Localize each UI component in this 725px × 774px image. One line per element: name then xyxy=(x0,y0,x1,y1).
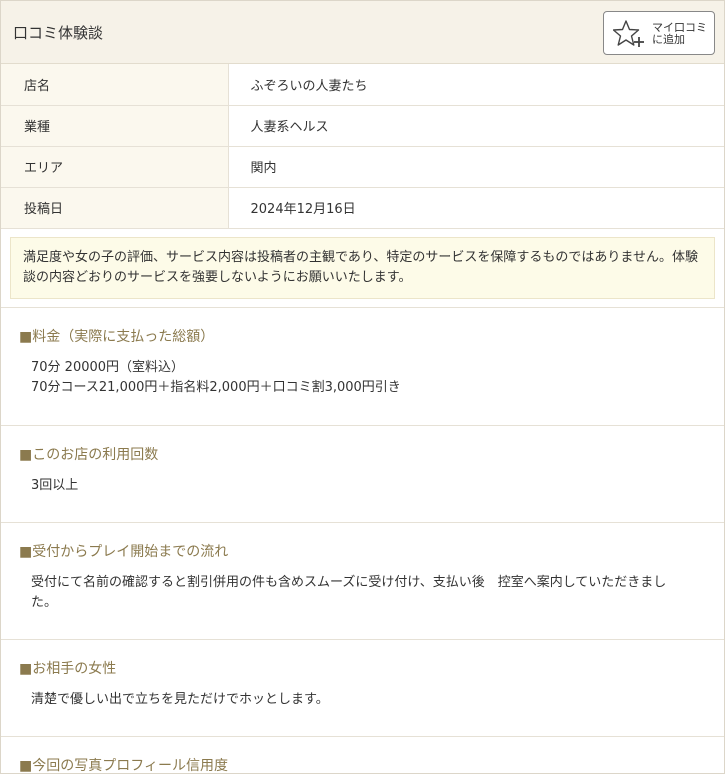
post-date-value: 2024年12月16日 xyxy=(228,187,724,229)
page-title: 口コミ体験談 xyxy=(13,24,104,42)
table-row: 業種 人妻系ヘルス xyxy=(1,105,724,147)
mylist-label: マイ口コミ に追加 xyxy=(652,22,707,46)
flow-section-title: ■受付からプレイ開始までの流れ xyxy=(19,543,229,560)
table-row: 投稿日 2024年12月16日 xyxy=(1,187,724,229)
price-section-title: ■料金（実際に支払った総額） xyxy=(19,328,215,345)
table-row: 店名 ふぞろいの人妻たち xyxy=(1,64,724,106)
photo-trust-section-title: ■今回の写真プロフィール信用度 xyxy=(19,757,228,774)
shop-name-label: 店名 xyxy=(1,64,229,106)
shop-info-table: 店名 ふぞろいの人妻たち 業種 人妻系ヘルス エリア 関内 投稿日 2024年1… xyxy=(1,64,724,229)
price-section: ■料金（実際に支払った総額） 70分 20000円（室料込） 70分コース21,… xyxy=(1,306,724,425)
review-header: 口コミ体験談 マイ口コミ に追加 xyxy=(1,1,724,64)
photo-trust-section: ■今回の写真プロフィール信用度 xyxy=(1,735,724,774)
flow-section-body: 受付にて名前の確認すると割引併用の件も含めスムーズに受け付け、支払い後 控室へ案… xyxy=(31,574,667,610)
post-date-label: 投稿日 xyxy=(1,187,229,229)
price-section-body: 70分 20000円（室料込） 70分コース21,000円＋指名料2,000円＋… xyxy=(19,358,706,398)
category-label: 業種 xyxy=(1,105,229,147)
table-row: エリア 関内 xyxy=(1,146,724,188)
review-panel: 口コミ体験談 マイ口コミ に追加 店名 ふぞろいの人妻たち 業種 人妻系ヘルス … xyxy=(0,0,725,774)
price-line-breakdown: 70分コース21,000円＋指名料2,000円＋口コミ割3,000円引き xyxy=(31,379,401,395)
partner-section: ■お相手の女性 清楚で優しい出で立ちを見ただけでホッとします。 xyxy=(1,638,724,736)
area-label: エリア xyxy=(1,146,229,188)
visits-section: ■このお店の利用回数 3回以上 xyxy=(1,424,724,522)
partner-section-body: 清楚で優しい出で立ちを見ただけでホッとします。 xyxy=(31,691,329,707)
area-value: 関内 xyxy=(228,146,724,188)
disclaimer-notice: 満足度や女の子の評価、サービス内容は投稿者の主観であり、特定のサービスを保障する… xyxy=(10,236,715,299)
category-value: 人妻系ヘルス xyxy=(228,105,724,147)
price-line-total: 70分 20000円（室料込） xyxy=(31,359,185,375)
flow-section: ■受付からプレイ開始までの流れ 受付にて名前の確認すると割引併用の件も含めスムー… xyxy=(1,521,724,639)
star-plus-icon xyxy=(613,20,644,47)
mylist-label-line2: に追加 xyxy=(652,33,685,46)
partner-section-title: ■お相手の女性 xyxy=(19,660,117,677)
visits-section-body: 3回以上 xyxy=(31,477,79,493)
add-to-mylist-button[interactable]: マイ口コミ に追加 xyxy=(603,11,715,55)
visits-section-title: ■このお店の利用回数 xyxy=(19,446,159,463)
shop-name-value: ふぞろいの人妻たち xyxy=(228,64,724,106)
